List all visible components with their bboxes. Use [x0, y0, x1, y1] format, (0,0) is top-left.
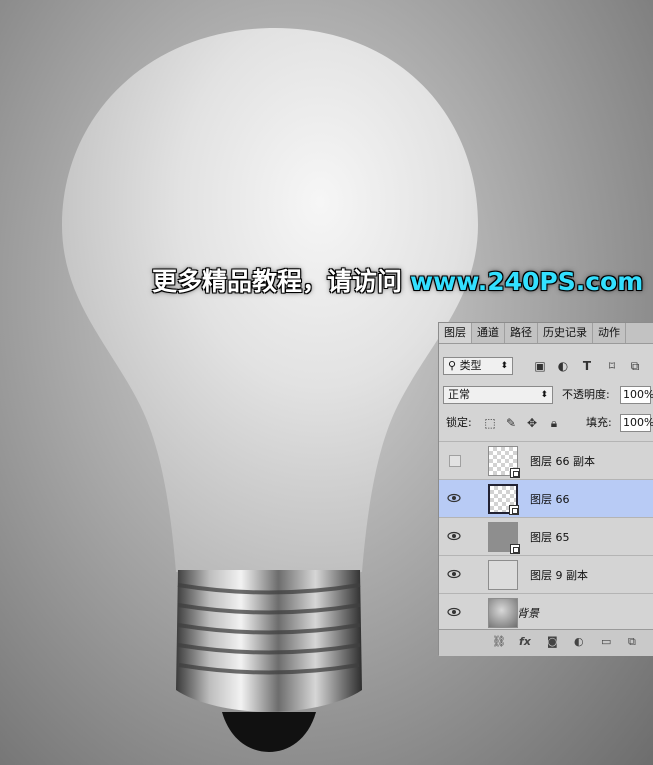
- adjustment-filter-icon[interactable]: ◐: [556, 359, 570, 373]
- layer-thumbnail: [488, 522, 520, 554]
- tab-actions[interactable]: 动作: [593, 323, 626, 343]
- image-filter-icon[interactable]: ▣: [533, 359, 547, 373]
- blend-mode-value: 正常: [448, 388, 470, 401]
- layer-row[interactable]: 图层 66 副本: [439, 441, 653, 479]
- smart-object-icon: [510, 544, 520, 554]
- layer-row[interactable]: 背景: [439, 593, 653, 629]
- panel-tabs: 图层 通道 路径 历史记录 动作: [439, 323, 653, 344]
- eye-icon[interactable]: [447, 530, 461, 542]
- tab-layers[interactable]: 图层: [439, 323, 472, 343]
- eye-icon[interactable]: [447, 568, 461, 580]
- fx-icon[interactable]: fx: [519, 636, 531, 648]
- lock-label: 锁定:: [446, 416, 472, 429]
- layer-row[interactable]: 图层 9 副本: [439, 555, 653, 593]
- layer-thumbnail: [488, 598, 518, 628]
- adjustment-icon[interactable]: ◐: [574, 636, 584, 648]
- opacity-input[interactable]: 100%: [620, 386, 653, 404]
- lock-paint-brush-icon[interactable]: ✎: [504, 416, 518, 430]
- tab-paths[interactable]: 路径: [505, 323, 538, 343]
- link-icon[interactable]: ⛓: [492, 636, 506, 648]
- bulb-screw-base: [176, 570, 362, 752]
- layer-row[interactable]: 图层 65: [439, 517, 653, 555]
- eye-icon[interactable]: [447, 492, 461, 504]
- updown-arrow-icon: ⬍: [500, 361, 508, 371]
- smart-object-icon: [509, 505, 519, 515]
- blend-mode-select[interactable]: 正常 ⬍: [443, 386, 553, 404]
- watermark-url: www.240PS.com: [410, 267, 644, 296]
- lock-transparent-icon[interactable]: ⬚: [483, 416, 497, 430]
- watermark-text: 更多精品教程，请访问: [152, 267, 403, 296]
- layer-thumbnail: [488, 560, 518, 590]
- updown-arrow-icon: ⬍: [540, 390, 548, 400]
- layer-thumbnail: [488, 484, 519, 515]
- folder-icon[interactable]: ▭: [601, 636, 611, 648]
- new-layer-icon[interactable]: ⧉: [628, 636, 636, 648]
- kind-filter-label: 类型: [459, 359, 482, 372]
- smart-object-filter-icon[interactable]: ⧉: [628, 359, 642, 373]
- layer-kind-filter[interactable]: ⚲ 类型 ⬍: [443, 357, 513, 375]
- shape-filter-icon[interactable]: ⌑: [605, 359, 619, 373]
- layers-panel: 图层 通道 路径 历史记录 动作 ⚲ 类型 ⬍ ▣ ◐ T ⌑ ⧉ 正常 ⬍ 不…: [438, 322, 653, 656]
- lock-move-icon[interactable]: ✥: [525, 416, 539, 430]
- layer-name: 图层 66 副本: [530, 455, 595, 468]
- layer-name: 背景: [517, 607, 539, 620]
- smart-object-icon: [510, 468, 520, 478]
- tab-history[interactable]: 历史记录: [538, 323, 593, 343]
- search-icon: ⚲: [448, 359, 457, 372]
- opacity-label: 不透明度:: [562, 388, 610, 401]
- layer-name: 图层 65: [530, 531, 570, 544]
- layer-name: 图层 9 副本: [530, 569, 588, 582]
- layer-row-selected[interactable]: 图层 66: [439, 479, 653, 517]
- fill-input[interactable]: 100%: [620, 414, 653, 432]
- panel-bottom-bar: ⛓ fx ◙ ◐ ▭ ⧉: [439, 629, 653, 656]
- tab-channels[interactable]: 通道: [472, 323, 505, 343]
- watermark: 更多精品教程，请访问 www.240PS.com: [152, 262, 643, 298]
- fill-label: 填充:: [586, 416, 612, 429]
- eye-icon[interactable]: [447, 606, 461, 618]
- layer-thumbnail: [488, 446, 520, 478]
- mask-icon[interactable]: ◙: [547, 636, 558, 648]
- visibility-toggle[interactable]: [449, 455, 461, 467]
- layer-name: 图层 66: [530, 493, 570, 506]
- lock-all-icon[interactable]: 🔒︎: [547, 416, 561, 430]
- text-filter-icon[interactable]: T: [580, 359, 594, 373]
